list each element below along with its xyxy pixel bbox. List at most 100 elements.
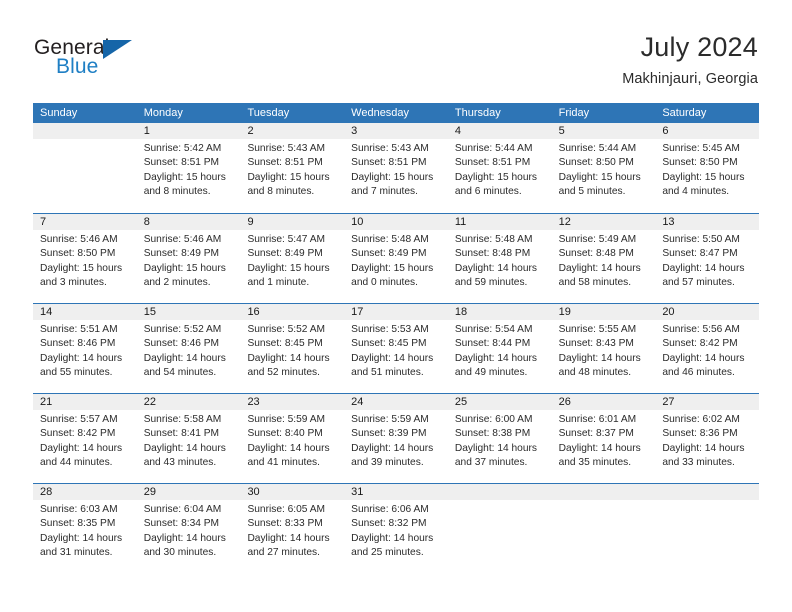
daylight-text-line2: and 31 minutes.	[40, 547, 113, 559]
daylight-text-line2: and 8 minutes.	[247, 186, 315, 198]
sunset-text: Sunset: 8:37 PM	[558, 428, 634, 440]
daylight-text-line2: and 52 minutes.	[247, 367, 320, 379]
sunrise-text: Sunrise: 6:00 AM	[454, 414, 533, 425]
calendar-day-cell[interactable]: 20 Sunrise: 5:56 AM Sunset: 8:42 PM Dayligh…	[655, 304, 760, 394]
daylight-text-line2: and 58 minutes.	[558, 277, 632, 289]
daylight-text-line2: and 44 minutes.	[40, 457, 113, 469]
daylight-text-line1: Daylight: 14 hours	[143, 442, 226, 454]
calendar-day-cell[interactable]: 28 Sunrise: 6:03 AM Sunset: 8:35 PM Dayligh…	[33, 484, 137, 574]
day-number: 27	[655, 394, 760, 410]
daylight-text-line1: Daylight: 15 hours	[351, 171, 434, 183]
calendar-day-cell[interactable]: 24 Sunrise: 5:59 AM Sunset: 8:39 PM Dayligh…	[344, 394, 448, 484]
title-block: July 2024 Makhinjauri, Georgia	[622, 30, 758, 89]
page-title: July 2024	[640, 32, 758, 62]
sunset-text: Sunset: 8:45 PM	[247, 338, 323, 350]
day-details: Sunrise: 5:50 AM Sunset: 8:47 PM Daylight:…	[655, 230, 759, 291]
sunrise-text: Sunrise: 5:56 AM	[662, 324, 740, 335]
daylight-text-line2: and 57 minutes.	[662, 277, 735, 289]
sunrise-text: Sunrise: 5:53 AM	[351, 324, 429, 335]
sunrise-text: Sunrise: 5:52 AM	[247, 324, 326, 335]
calendar-weeks: 1 Sunrise: 5:42 AM Sunset: 8:51 PM Daylight…	[33, 123, 760, 574]
day-details: Sunrise: 5:58 AM Sunset: 8:41 PM Daylight:…	[137, 410, 241, 471]
calendar-day-cell[interactable]: 29 Sunrise: 6:04 AM Sunset: 8:34 PM Dayligh…	[136, 484, 241, 574]
sunrise-text: Sunrise: 5:45 AM	[662, 143, 740, 154]
day-details: Sunrise: 6:01 AM Sunset: 8:37 PM Daylight:…	[552, 410, 656, 471]
calendar-day-cell[interactable]: 12 Sunrise: 5:49 AM Sunset: 8:48 PM Dayligh…	[551, 214, 656, 304]
calendar-day-cell[interactable]: 3 Sunrise: 5:43 AM Sunset: 8:51 PM Daylight…	[344, 123, 448, 213]
daylight-text-line2: and 33 minutes.	[662, 457, 735, 469]
daylight-text-line2: and 2 minutes.	[143, 277, 211, 289]
day-details: Sunrise: 5:53 AM Sunset: 8:45 PM Daylight:…	[344, 320, 448, 381]
daylight-text-line1: Daylight: 15 hours	[247, 171, 330, 183]
calendar-day-cell[interactable]: 10 Sunrise: 5:48 AM Sunset: 8:49 PM Dayligh…	[344, 214, 448, 304]
day-number: 25	[447, 394, 552, 410]
calendar-day-cell[interactable]: 8 Sunrise: 5:46 AM Sunset: 8:49 PM Daylight…	[136, 214, 241, 304]
sunrise-text: Sunrise: 5:50 AM	[662, 234, 740, 245]
sunrise-text: Sunrise: 5:42 AM	[143, 143, 222, 154]
daylight-text-line1: Daylight: 14 hours	[662, 262, 745, 274]
calendar-day-cell-empty	[655, 484, 760, 574]
daylight-text-line1: Daylight: 15 hours	[40, 262, 123, 274]
logo-text-blue: Blue	[56, 55, 99, 78]
calendar-week-row: 1 Sunrise: 5:42 AM Sunset: 8:51 PM Daylight…	[33, 123, 760, 213]
calendar-day-cell[interactable]: 25 Sunrise: 6:00 AM Sunset: 8:38 PM Dayligh…	[447, 394, 552, 484]
calendar-day-cell[interactable]: 23 Sunrise: 5:59 AM Sunset: 8:40 PM Dayligh…	[240, 394, 345, 484]
calendar-week-row: 28 Sunrise: 6:03 AM Sunset: 8:35 PM Dayligh…	[33, 483, 760, 574]
daylight-text-line2: and 8 minutes.	[143, 186, 211, 198]
daylight-text-line1: Daylight: 14 hours	[662, 442, 745, 454]
day-number: 7	[33, 214, 137, 230]
day-number	[447, 484, 552, 500]
calendar-day-cell[interactable]: 19 Sunrise: 5:55 AM Sunset: 8:43 PM Dayligh…	[551, 304, 656, 394]
daylight-text-line1: Daylight: 14 hours	[454, 442, 537, 454]
sunrise-text: Sunrise: 5:46 AM	[143, 234, 222, 245]
calendar-day-cell[interactable]: 13 Sunrise: 5:50 AM Sunset: 8:47 PM Dayligh…	[655, 214, 760, 304]
general-blue-logo[interactable]: General Blue	[34, 36, 214, 86]
calendar-day-cell[interactable]: 5 Sunrise: 5:44 AM Sunset: 8:50 PM Daylight…	[551, 123, 656, 213]
sunset-text: Sunset: 8:51 PM	[351, 157, 427, 169]
sunrise-text: Sunrise: 6:02 AM	[662, 414, 740, 425]
weekday-friday: Friday	[558, 107, 590, 119]
sunset-text: Sunset: 8:50 PM	[662, 157, 738, 169]
calendar-day-cell[interactable]: 16 Sunrise: 5:52 AM Sunset: 8:45 PM Dayligh…	[240, 304, 345, 394]
calendar-day-cell[interactable]: 2 Sunrise: 5:43 AM Sunset: 8:51 PM Daylight…	[240, 123, 345, 213]
daylight-text-line1: Daylight: 14 hours	[143, 532, 226, 544]
calendar-day-cell[interactable]: 9 Sunrise: 5:47 AM Sunset: 8:49 PM Daylight…	[240, 214, 345, 304]
calendar-day-cell[interactable]: 17 Sunrise: 5:53 AM Sunset: 8:45 PM Dayligh…	[344, 304, 448, 394]
day-number: 17	[344, 304, 448, 320]
daylight-text-line2: and 48 minutes.	[558, 367, 632, 379]
calendar-day-cell[interactable]: 21 Sunrise: 5:57 AM Sunset: 8:42 PM Dayligh…	[33, 394, 137, 484]
day-details: Sunrise: 6:03 AM Sunset: 8:35 PM Daylight:…	[33, 500, 137, 561]
calendar-day-cell[interactable]: 15 Sunrise: 5:52 AM Sunset: 8:46 PM Dayligh…	[136, 304, 241, 394]
calendar-day-cell[interactable]: 1 Sunrise: 5:42 AM Sunset: 8:51 PM Daylight…	[136, 123, 241, 213]
daylight-text-line2: and 4 minutes.	[662, 186, 730, 198]
day-number: 5	[551, 123, 656, 139]
sunset-text: Sunset: 8:45 PM	[351, 338, 427, 350]
calendar-day-cell[interactable]: 7 Sunrise: 5:46 AM Sunset: 8:50 PM Daylight…	[33, 214, 137, 304]
calendar-day-cell[interactable]: 26 Sunrise: 6:01 AM Sunset: 8:37 PM Dayligh…	[551, 394, 656, 484]
calendar-day-cell[interactable]: 14 Sunrise: 5:51 AM Sunset: 8:46 PM Dayligh…	[33, 304, 137, 394]
daylight-text-line1: Daylight: 15 hours	[454, 171, 537, 183]
day-details: Sunrise: 5:46 AM Sunset: 8:49 PM Daylight:…	[137, 230, 241, 291]
day-number: 21	[33, 394, 137, 410]
sunset-text: Sunset: 8:33 PM	[247, 518, 323, 530]
sunrise-text: Sunrise: 5:52 AM	[143, 324, 222, 335]
calendar-day-cell[interactable]: 4 Sunrise: 5:44 AM Sunset: 8:51 PM Daylight…	[447, 123, 552, 213]
sunrise-text: Sunrise: 6:01 AM	[558, 414, 637, 425]
sunrise-text: Sunrise: 5:54 AM	[454, 324, 533, 335]
day-number	[33, 123, 137, 139]
calendar-day-cell[interactable]: 18 Sunrise: 5:54 AM Sunset: 8:44 PM Dayligh…	[447, 304, 552, 394]
calendar-day-cell[interactable]: 30 Sunrise: 6:05 AM Sunset: 8:33 PM Dayligh…	[240, 484, 345, 574]
calendar-day-cell-empty	[33, 123, 137, 213]
day-number: 15	[136, 304, 241, 320]
calendar-day-cell[interactable]: 22 Sunrise: 5:58 AM Sunset: 8:41 PM Dayligh…	[136, 394, 241, 484]
calendar-day-cell[interactable]: 27 Sunrise: 6:02 AM Sunset: 8:36 PM Dayligh…	[655, 394, 760, 484]
sunrise-text: Sunrise: 5:59 AM	[247, 414, 326, 425]
weekday-header-row: Sunday Monday Tuesday Wednesday Thursday…	[33, 103, 759, 123]
weekday-tuesday: Tuesday	[247, 107, 290, 119]
daylight-text-line2: and 43 minutes.	[143, 457, 217, 469]
calendar-day-cell[interactable]: 6 Sunrise: 5:45 AM Sunset: 8:50 PM Daylight…	[655, 123, 760, 213]
calendar-day-cell[interactable]: 31 Sunrise: 6:06 AM Sunset: 8:32 PM Dayligh…	[344, 484, 448, 574]
sunrise-text: Sunrise: 6:06 AM	[351, 504, 429, 515]
calendar-day-cell[interactable]: 11 Sunrise: 5:48 AM Sunset: 8:48 PM Dayligh…	[447, 214, 552, 304]
calendar-week-row: 7 Sunrise: 5:46 AM Sunset: 8:50 PM Daylight…	[33, 213, 760, 304]
